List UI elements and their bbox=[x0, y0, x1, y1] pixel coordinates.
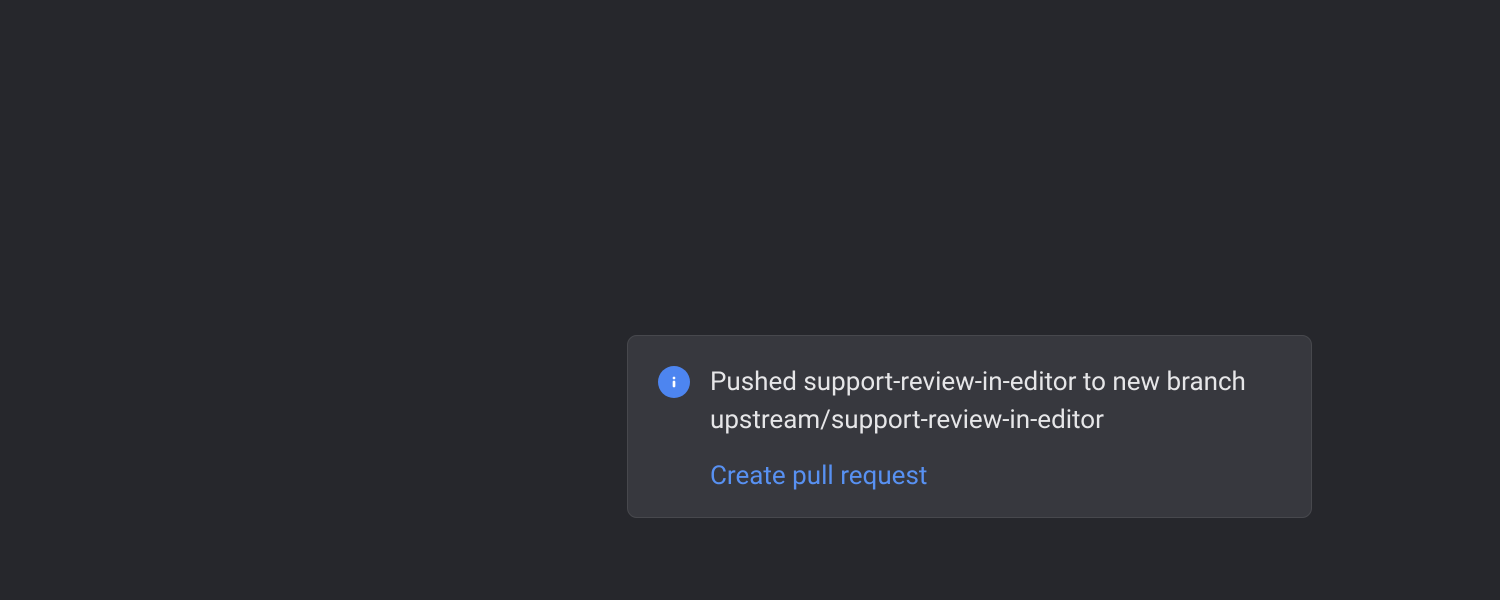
toast-message: Pushed support-review-in-editor to new b… bbox=[710, 364, 1281, 439]
create-pull-request-link[interactable]: Create pull request bbox=[710, 461, 1281, 491]
toast-content: Pushed support-review-in-editor to new b… bbox=[710, 364, 1281, 491]
notification-toast: Pushed support-review-in-editor to new b… bbox=[627, 335, 1312, 518]
info-icon bbox=[658, 366, 690, 398]
